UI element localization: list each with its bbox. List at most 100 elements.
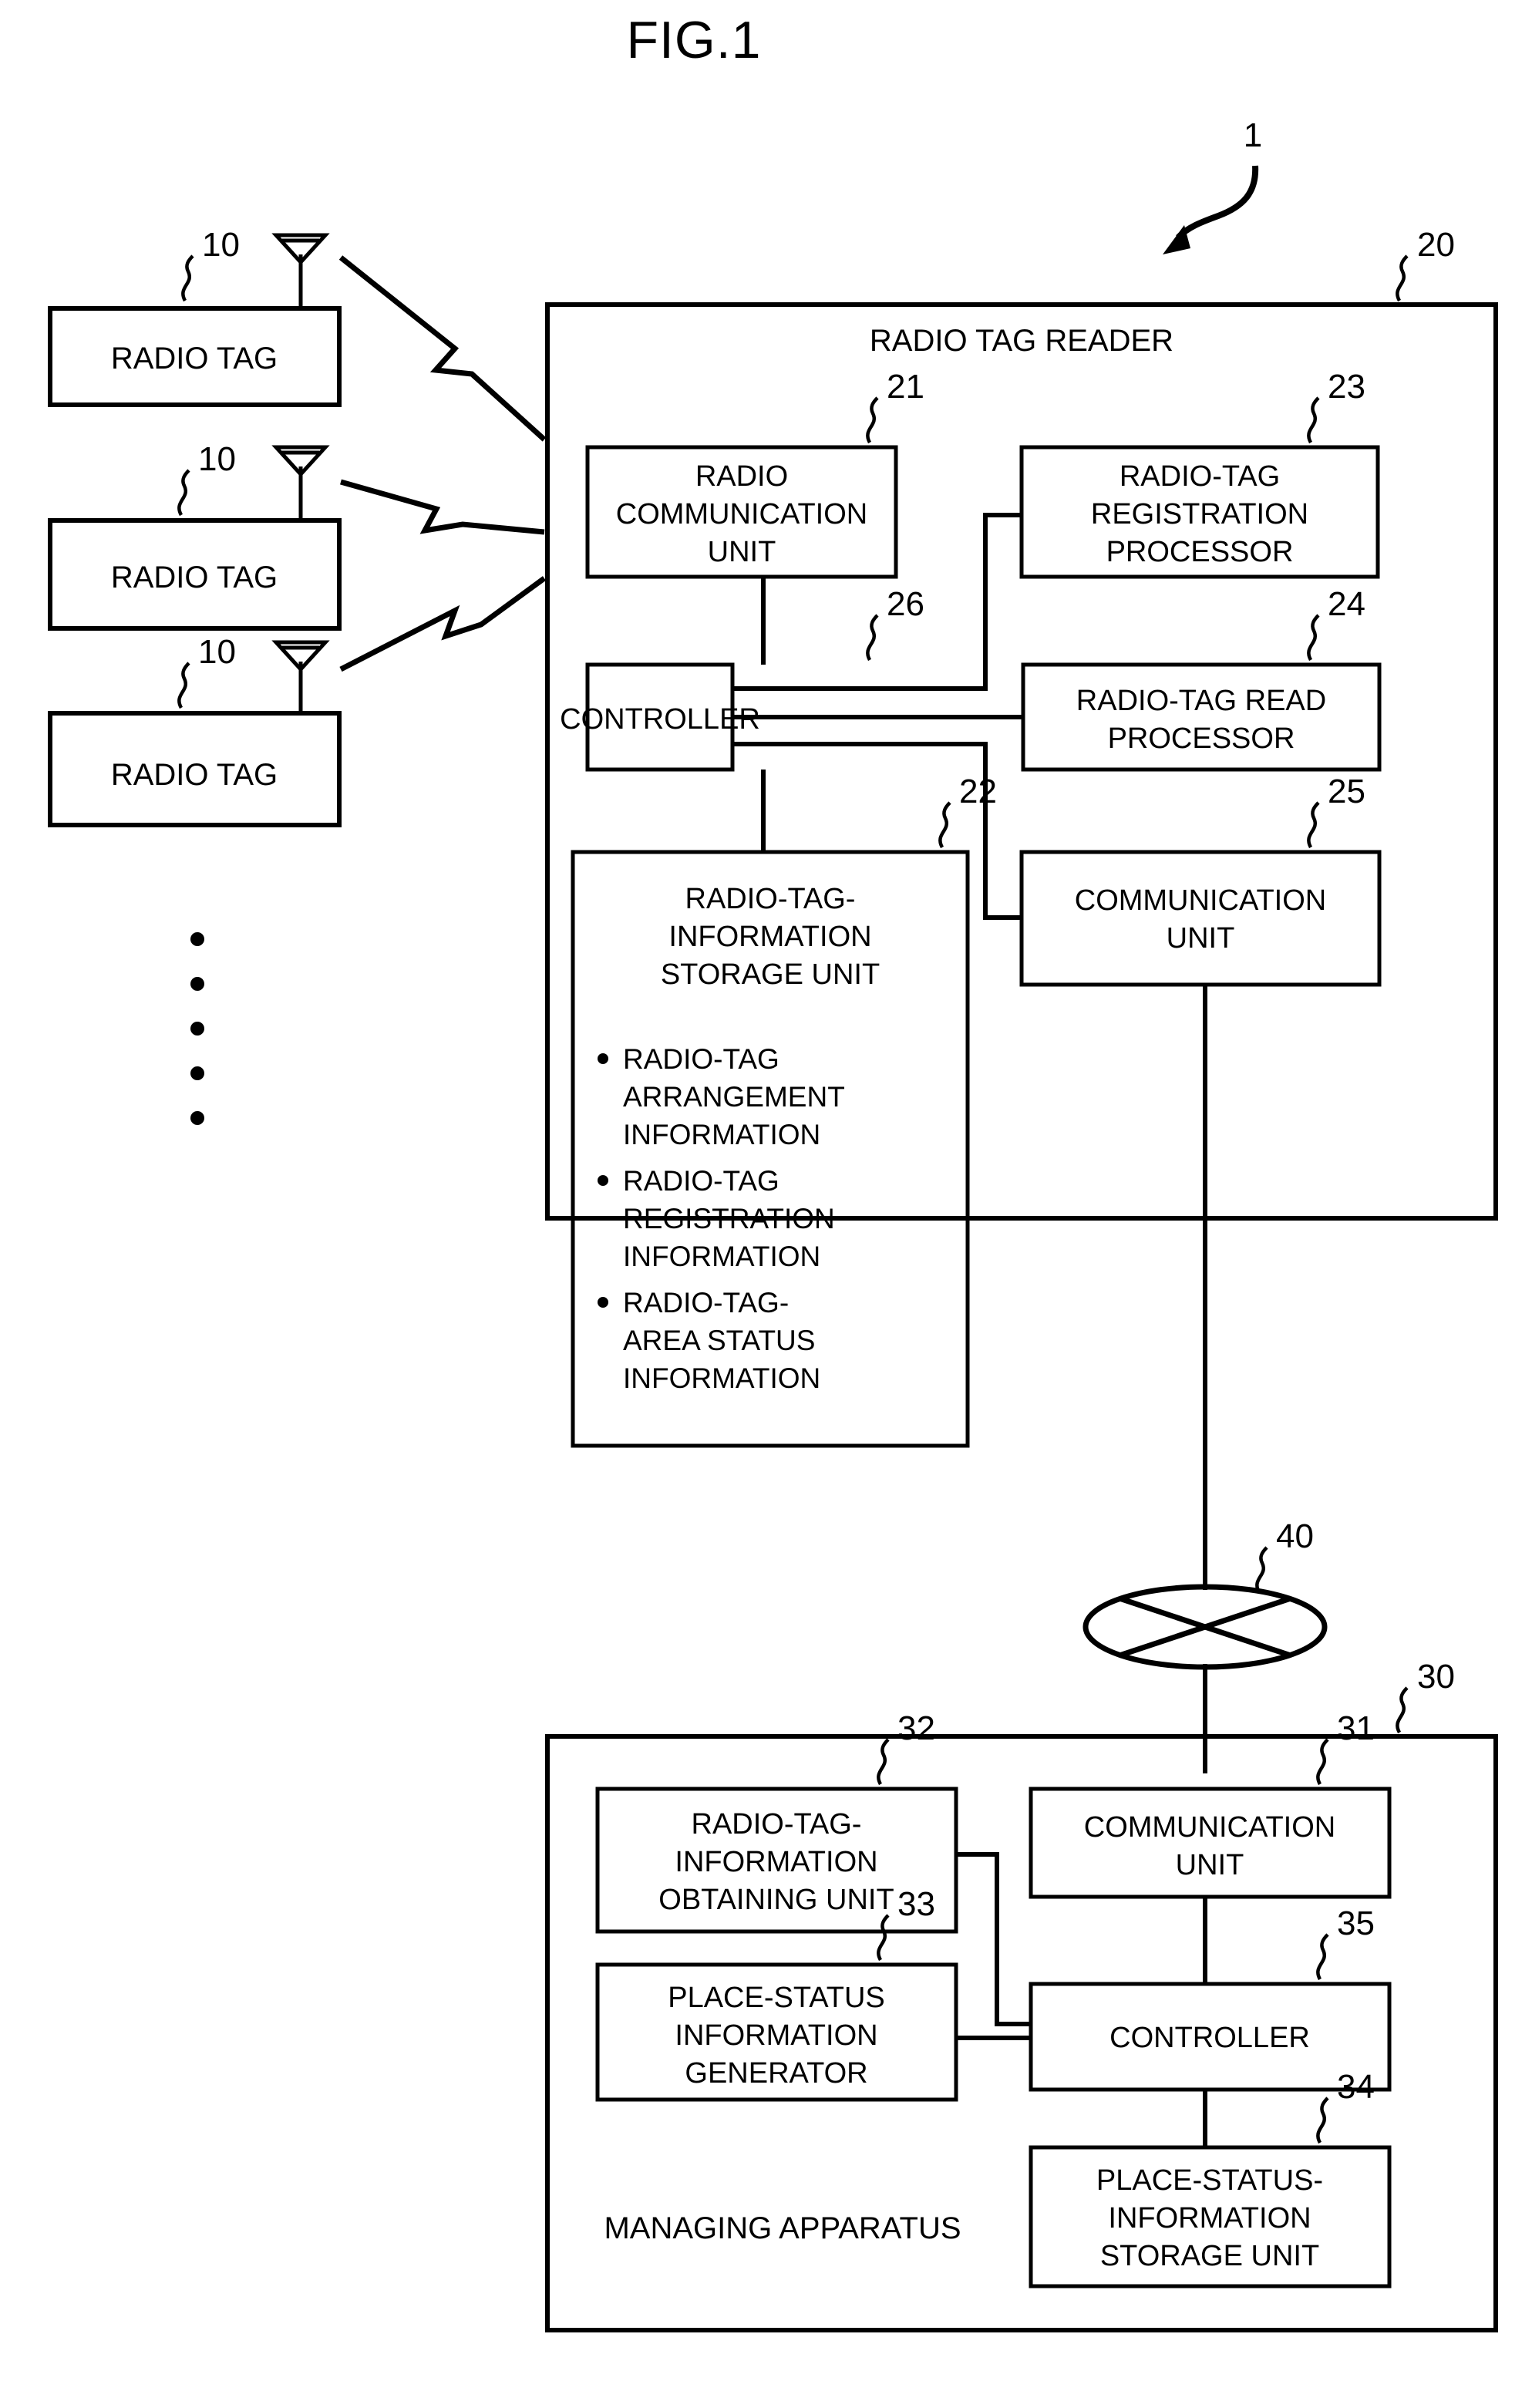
storage-bullet-1-line2: ARRANGEMENT xyxy=(623,1081,845,1113)
unit-reader-comm: COMMUNICATION UNIT 25 xyxy=(1019,773,1382,987)
patent-figure: FIG.1 1 RADIO TAG 10 RADIO TAG 10 RADIO … xyxy=(0,0,1532,2408)
radio-tag-leader-3 xyxy=(177,662,190,709)
radio-tag-label-2: RADIO TAG xyxy=(111,561,278,594)
radio-tag-1: RADIO TAG 10 xyxy=(48,226,342,407)
unit-23-leader xyxy=(1307,396,1320,444)
unit-manager-controller-ref: 35 xyxy=(1337,1905,1375,1942)
unit-radiotag-storage-line2: INFORMATION xyxy=(668,921,871,953)
radio-tag-ref-1: 10 xyxy=(202,226,240,264)
radio-tag-reader-title: RADIO TAG READER xyxy=(870,324,1173,358)
unit-reader-controller-label: CONTROLLER xyxy=(560,703,760,736)
unit-reader-comm-line2: UNIT xyxy=(1167,922,1235,955)
unit-radio-communication-ref: 21 xyxy=(887,368,924,406)
radio-tag-ellipsis xyxy=(190,932,204,1125)
unit-place-status-generator-line3: GENERATOR xyxy=(685,2057,867,2090)
unit-radio-communication: RADIO COMMUNICATION UNIT 21 xyxy=(585,368,924,579)
storage-bullet-3-line3: INFORMATION xyxy=(623,1362,820,1394)
radio-tag-label-3: RADIO TAG xyxy=(111,758,278,792)
radio-tag-reader-ref: 20 xyxy=(1417,226,1455,264)
unit-registration-processor-ref: 23 xyxy=(1328,368,1365,406)
unit-read-processor-ref: 24 xyxy=(1328,585,1365,623)
unit-24-leader xyxy=(1307,614,1320,662)
unit-manager-controller-label: CONTROLLER xyxy=(1109,2022,1310,2054)
antenna-icon xyxy=(271,445,330,520)
radio-wave-icon xyxy=(338,255,547,442)
unit-read-processor-line2: PROCESSOR xyxy=(1108,722,1295,755)
managing-apparatus-ref: 30 xyxy=(1417,1658,1455,1696)
unit-place-status-storage-line3: STORAGE UNIT xyxy=(1100,2240,1319,2272)
unit-place-status-generator-line2: INFORMATION xyxy=(675,2019,877,2052)
storage-bullet-1-line3: INFORMATION xyxy=(623,1119,820,1150)
storage-bullet-2-line3: INFORMATION xyxy=(623,1241,820,1272)
system-ref-number: 1 xyxy=(1244,116,1262,154)
unit-manager-controller: CONTROLLER 35 xyxy=(1029,1905,1392,2092)
unit-34-leader xyxy=(1316,2096,1329,2144)
storage-bullet-1: RADIO-TAG ARRANGEMENT INFORMATION xyxy=(598,1043,845,1150)
unit-read-processor-line1: RADIO-TAG READ xyxy=(1076,685,1326,717)
unit-radio-communication-line3: UNIT xyxy=(708,536,776,568)
figure-canvas: FIG.1 1 RADIO TAG 10 RADIO TAG 10 RADIO … xyxy=(48,11,1498,2332)
unit-manager-comm-line1: COMMUNICATION xyxy=(1084,1811,1336,1844)
storage-bullet-3-line2: AREA STATUS xyxy=(623,1325,815,1356)
unit-manager-comm-ref: 31 xyxy=(1337,1709,1375,1747)
unit-reader-comm-ref: 25 xyxy=(1328,773,1365,810)
radio-wave-icon xyxy=(339,576,547,672)
unit-place-status-generator-ref: 33 xyxy=(897,1885,935,1923)
unit-place-status-generator-line1: PLACE-STATUS xyxy=(668,1982,885,2014)
unit-obtaining-line2: INFORMATION xyxy=(675,1846,877,1878)
unit-radiotag-storage: RADIO-TAG- INFORMATION STORAGE UNIT 22 R… xyxy=(571,773,997,1448)
unit-31-leader xyxy=(1316,1738,1329,1786)
unit-place-status-storage-line2: INFORMATION xyxy=(1108,2202,1311,2235)
unit-35-leader xyxy=(1316,1933,1329,1981)
radio-tag-leader-1 xyxy=(181,254,194,302)
radio-tag-label-1: RADIO TAG xyxy=(111,342,278,376)
unit-reader-comm-box xyxy=(1019,850,1382,987)
managing-apparatus-title: MANAGING APPARATUS xyxy=(604,2211,961,2245)
radio-tag-ref-3: 10 xyxy=(198,633,236,671)
unit-place-status-storage: PLACE-STATUS- INFORMATION STORAGE UNIT 3… xyxy=(1029,2068,1392,2288)
antenna-icon xyxy=(271,640,330,713)
storage-bullet-3: RADIO-TAG- AREA STATUS INFORMATION xyxy=(598,1287,820,1394)
storage-bullet-2: RADIO-TAG REGISTRATION INFORMATION xyxy=(598,1165,835,1272)
storage-bullet-2-line1: RADIO-TAG xyxy=(623,1165,779,1197)
figure-title: FIG.1 xyxy=(626,11,761,69)
radio-tag-3: RADIO TAG 10 xyxy=(48,633,342,827)
unit-26-leader xyxy=(866,614,879,662)
radio-tag-leader-2 xyxy=(177,469,190,517)
radio-tag-ref-2: 10 xyxy=(198,440,236,478)
unit-obtaining-ref: 32 xyxy=(897,1709,935,1747)
manager-ref-leader xyxy=(1396,1686,1409,1734)
unit-radio-communication-line2: COMMUNICATION xyxy=(616,498,868,530)
unit-22-leader xyxy=(938,801,951,849)
unit-obtaining-line3: OBTAINING UNIT xyxy=(658,1884,894,1916)
reader-ref-leader xyxy=(1396,254,1409,302)
unit-registration-processor-line2: REGISTRATION xyxy=(1091,498,1308,530)
storage-bullet-3-line1: RADIO-TAG- xyxy=(623,1287,789,1319)
unit-obtaining-line1: RADIO-TAG- xyxy=(692,1808,862,1841)
unit-place-status-storage-ref: 34 xyxy=(1337,2068,1375,2106)
unit-21-leader xyxy=(866,396,879,444)
unit-registration-processor: RADIO-TAG REGISTRATION PROCESSOR 23 xyxy=(1019,368,1380,579)
unit-reader-comm-line1: COMMUNICATION xyxy=(1075,884,1327,917)
storage-bullet-1-line1: RADIO-TAG xyxy=(623,1043,779,1075)
unit-25-leader xyxy=(1307,801,1320,849)
unit-32-leader xyxy=(877,1738,890,1786)
conn-obtaining-controller xyxy=(956,1852,1031,2026)
unit-place-status-generator: PLACE-STATUS INFORMATION GENERATOR 33 xyxy=(595,1885,958,2102)
unit-read-processor: RADIO-TAG READ PROCESSOR 24 xyxy=(1021,585,1382,772)
storage-bullet-2-line2: REGISTRATION xyxy=(623,1203,835,1234)
unit-radiotag-storage-line3: STORAGE UNIT xyxy=(661,958,880,991)
network-cloud-icon xyxy=(1083,1584,1328,1670)
radio-wave-icon xyxy=(340,479,545,535)
network-ref: 40 xyxy=(1276,1517,1314,1555)
unit-place-status-storage-line1: PLACE-STATUS- xyxy=(1096,2164,1323,2197)
unit-33-leader xyxy=(877,1914,890,1962)
unit-manager-comm-line2: UNIT xyxy=(1176,1849,1244,1881)
unit-registration-processor-line3: PROCESSOR xyxy=(1106,536,1294,568)
unit-reader-controller-ref: 26 xyxy=(887,585,924,623)
unit-registration-processor-line1: RADIO-TAG xyxy=(1120,460,1280,493)
system-ref-arrow xyxy=(1176,165,1259,240)
network-ref-leader xyxy=(1255,1546,1268,1594)
unit-radiotag-storage-line1: RADIO-TAG- xyxy=(685,883,856,915)
unit-radio-communication-line1: RADIO xyxy=(695,460,788,493)
